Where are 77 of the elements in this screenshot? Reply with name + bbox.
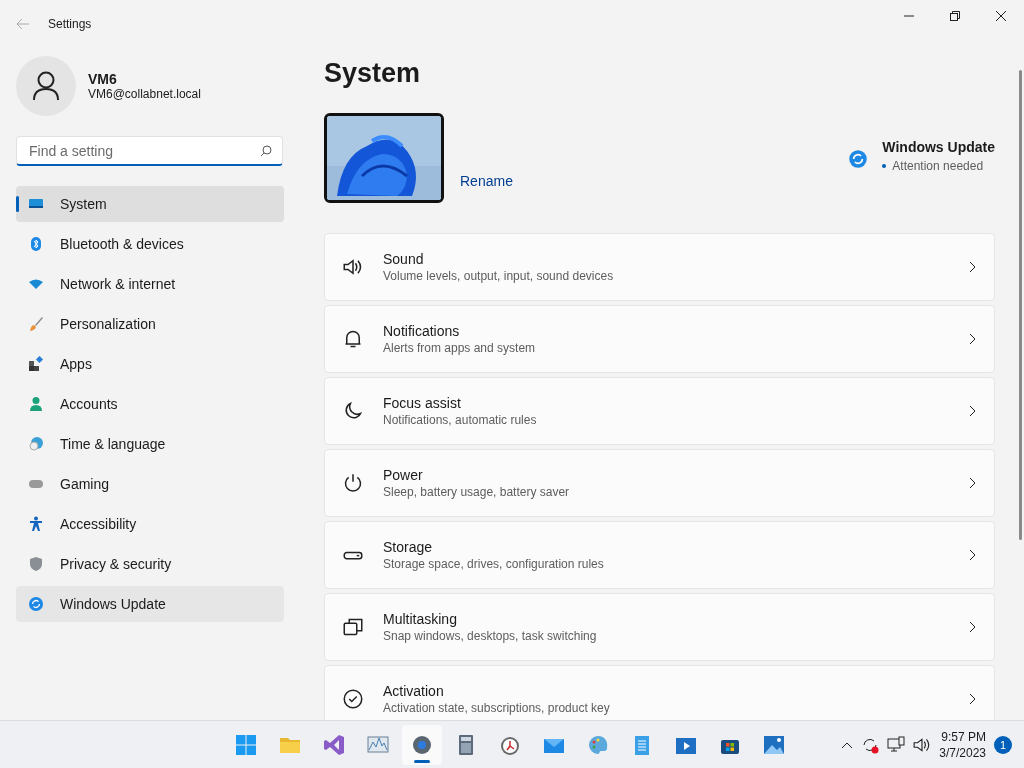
chevron-icon xyxy=(968,333,976,345)
accessibility-icon xyxy=(28,516,44,532)
volume-icon[interactable] xyxy=(913,735,932,754)
sidebar-item[interactable]: Time & language xyxy=(16,426,284,462)
search-field[interactable]: Find a setting xyxy=(27,141,260,160)
search-box[interactable]: Find a setting xyxy=(16,136,283,166)
card-subtitle: Volume levels, output, input, sound devices xyxy=(383,269,614,283)
sidebar-item[interactable]: Gaming xyxy=(16,466,284,502)
chevron-icon xyxy=(968,693,976,705)
moon-icon xyxy=(343,401,363,421)
card-title: Activation xyxy=(383,683,445,699)
chevron-icon xyxy=(968,477,976,489)
settings-card[interactable]: Focus assist Notifications, automatic rules xyxy=(324,377,995,445)
account-email: VM6@collabnet.local xyxy=(88,87,201,101)
settings-card[interactable]: Power Sleep, battery usage, battery saver xyxy=(324,449,995,517)
taskbar-button[interactable] xyxy=(402,724,442,765)
card-title: Sound xyxy=(383,251,425,267)
update-status: Attention needed xyxy=(892,159,984,173)
network-icon[interactable] xyxy=(887,735,906,754)
page-title: System xyxy=(324,58,422,89)
bell-icon xyxy=(343,329,363,349)
sidebar-item[interactable]: System xyxy=(16,186,284,222)
check-circle-icon xyxy=(343,689,363,709)
card-subtitle: Alerts from apps and system xyxy=(383,341,536,355)
restore-icon xyxy=(950,11,960,21)
chevron-icon xyxy=(968,405,976,417)
power-icon xyxy=(343,473,363,493)
card-title: Power xyxy=(383,467,424,483)
card-title: Multitasking xyxy=(383,611,458,627)
settings-card[interactable]: Storage Storage space, drives, configuration rules xyxy=(324,521,995,589)
status-dot xyxy=(882,164,887,168)
running-indicator xyxy=(414,759,430,763)
person-icon xyxy=(28,396,44,412)
shield-icon xyxy=(28,556,44,572)
settings-card[interactable]: Sound Volume levels, output, input, sound devices xyxy=(324,233,995,301)
card-subtitle: Notifications, automatic rules xyxy=(383,413,537,427)
sync-icon xyxy=(28,596,44,612)
speaker-icon xyxy=(343,257,363,277)
card-subtitle: Sleep, battery usage, battery saver xyxy=(383,485,570,499)
selection-indicator xyxy=(16,196,19,212)
sidebar-item[interactable]: Bluetooth & devices xyxy=(16,226,284,262)
account-name: VM6 xyxy=(88,71,118,87)
card-title: Notifications xyxy=(383,323,461,339)
chevron-icon xyxy=(968,621,976,633)
card-title: Storage xyxy=(383,539,434,555)
settings-card[interactable]: Activation Activation state, subscriptions, product key xyxy=(324,665,995,720)
close-icon xyxy=(996,11,1006,21)
rename-link[interactable]: Rename xyxy=(460,173,513,189)
windows-stack-icon xyxy=(343,617,363,637)
ide-icon xyxy=(322,732,346,757)
scrollbar[interactable] xyxy=(1019,70,1022,540)
sidebar-item[interactable]: Network & internet xyxy=(16,266,284,302)
bluetooth-icon xyxy=(28,236,44,252)
sync-icon xyxy=(848,149,869,169)
sidebar-item[interactable]: Accounts xyxy=(16,386,284,422)
chevron-up-icon[interactable] xyxy=(841,740,854,749)
chevron-icon xyxy=(968,261,976,273)
card-subtitle: Snap windows, desktops, task switching xyxy=(383,629,597,643)
sidebar-item[interactable]: Personalization xyxy=(16,306,284,342)
update-title[interactable]: Windows Update xyxy=(882,139,995,155)
search-icon xyxy=(260,144,272,157)
card-subtitle: Activation state, subscriptions, product key xyxy=(383,701,610,715)
settings-card[interactable]: Notifications Alerts from apps and system xyxy=(324,305,995,373)
apps-icon xyxy=(28,356,44,372)
clock[interactable]: 9:57 PM 3/7/2023 xyxy=(939,728,986,761)
brush-icon xyxy=(28,316,44,332)
settings-card[interactable]: Multitasking Snap windows, desktops, task switching xyxy=(324,593,995,661)
card-subtitle: Storage space, drives, configuration rules xyxy=(383,557,604,571)
sidebar-item[interactable]: Privacy & security xyxy=(16,546,284,582)
window-title: Settings xyxy=(48,17,92,31)
sidebar-item[interactable]: Apps xyxy=(16,346,284,382)
card-title: Focus assist xyxy=(383,395,462,411)
notification-badge[interactable]: 1 xyxy=(994,735,1012,754)
start-icon xyxy=(234,732,258,757)
sidebar-item[interactable]: Accessibility xyxy=(16,506,284,542)
chevron-icon xyxy=(968,549,976,561)
sidebar-item[interactable]: Windows Update xyxy=(16,586,284,622)
